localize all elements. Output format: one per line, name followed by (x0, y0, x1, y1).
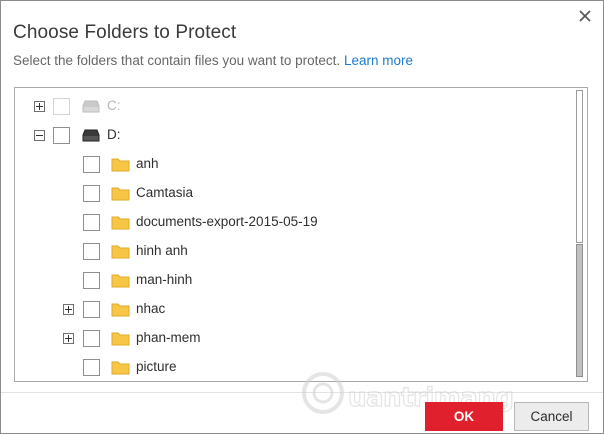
tree-row-folder[interactable]: documents-export-2015-05-19 (15, 208, 570, 237)
folder-label: man-hinh (136, 272, 193, 287)
tree-row-folder[interactable]: Camtasia (15, 179, 570, 208)
close-icon (579, 10, 591, 22)
drive-icon (82, 129, 100, 142)
drive-icon (82, 100, 100, 113)
scrollbar-thumb[interactable] (576, 244, 583, 377)
tree-row-c-drive[interactable]: C: (15, 92, 570, 121)
expand-folder-button[interactable] (63, 304, 74, 315)
folder-checkbox[interactable] (83, 214, 100, 231)
expand-folder-button[interactable] (63, 333, 74, 344)
tree-row-d-drive[interactable]: D: (15, 121, 570, 150)
folder-checkbox[interactable] (83, 359, 100, 376)
expand-c-drive-button[interactable] (34, 101, 45, 112)
tree-row-folder[interactable]: phan-mem (15, 324, 570, 353)
folder-label: hinh anh (136, 243, 188, 258)
folder-tree[interactable]: C: D: anh Camtasia documents-export-2015… (14, 87, 588, 382)
subtitle-text: Select the folders that contain files yo… (13, 53, 341, 68)
watermark-logo-icon (302, 372, 344, 414)
ok-button[interactable]: OK (425, 402, 503, 431)
dialog-subtitle: Select the folders that contain files yo… (13, 53, 413, 68)
folder-label: documents-export-2015-05-19 (136, 214, 318, 229)
c-drive-label: C: (107, 98, 121, 113)
folder-icon (111, 303, 130, 317)
folder-checkbox[interactable] (83, 185, 100, 202)
close-button[interactable] (573, 5, 597, 27)
vertical-scrollbar[interactable] (575, 90, 584, 378)
folder-label: Camtasia (136, 185, 194, 200)
dialog-title: Choose Folders to Protect (13, 22, 237, 43)
folder-icon (111, 332, 130, 346)
folder-label: nhac (136, 301, 166, 316)
folder-label: phan-mem (136, 330, 201, 345)
d-drive-label: D: (107, 127, 121, 142)
folder-checkbox[interactable] (83, 330, 100, 347)
collapse-d-drive-button[interactable] (34, 130, 45, 141)
folder-checkbox[interactable] (83, 156, 100, 173)
folder-checkbox[interactable] (83, 243, 100, 260)
folder-icon (111, 187, 130, 201)
d-drive-checkbox[interactable] (53, 127, 70, 144)
folder-checkbox[interactable] (83, 272, 100, 289)
folder-label: anh (136, 156, 159, 171)
folder-icon (111, 216, 130, 230)
folder-icon (111, 274, 130, 288)
folder-checkbox[interactable] (83, 301, 100, 318)
folder-label: picture (136, 359, 177, 374)
tree-row-folder[interactable]: hinh anh (15, 237, 570, 266)
tree-row-folder[interactable]: nhac (15, 295, 570, 324)
tree-row-folder[interactable]: man-hinh (15, 266, 570, 295)
folder-icon (111, 361, 130, 375)
c-drive-checkbox[interactable] (53, 98, 70, 115)
folder-icon (111, 245, 130, 259)
folder-icon (111, 158, 130, 172)
tree-row-folder[interactable]: anh (15, 150, 570, 179)
scrollbar-track[interactable] (576, 90, 583, 243)
cancel-button[interactable]: Cancel (514, 402, 589, 431)
learn-more-link[interactable]: Learn more (344, 53, 413, 68)
choose-folders-dialog: Choose Folders to Protect Select the fol… (0, 0, 604, 434)
